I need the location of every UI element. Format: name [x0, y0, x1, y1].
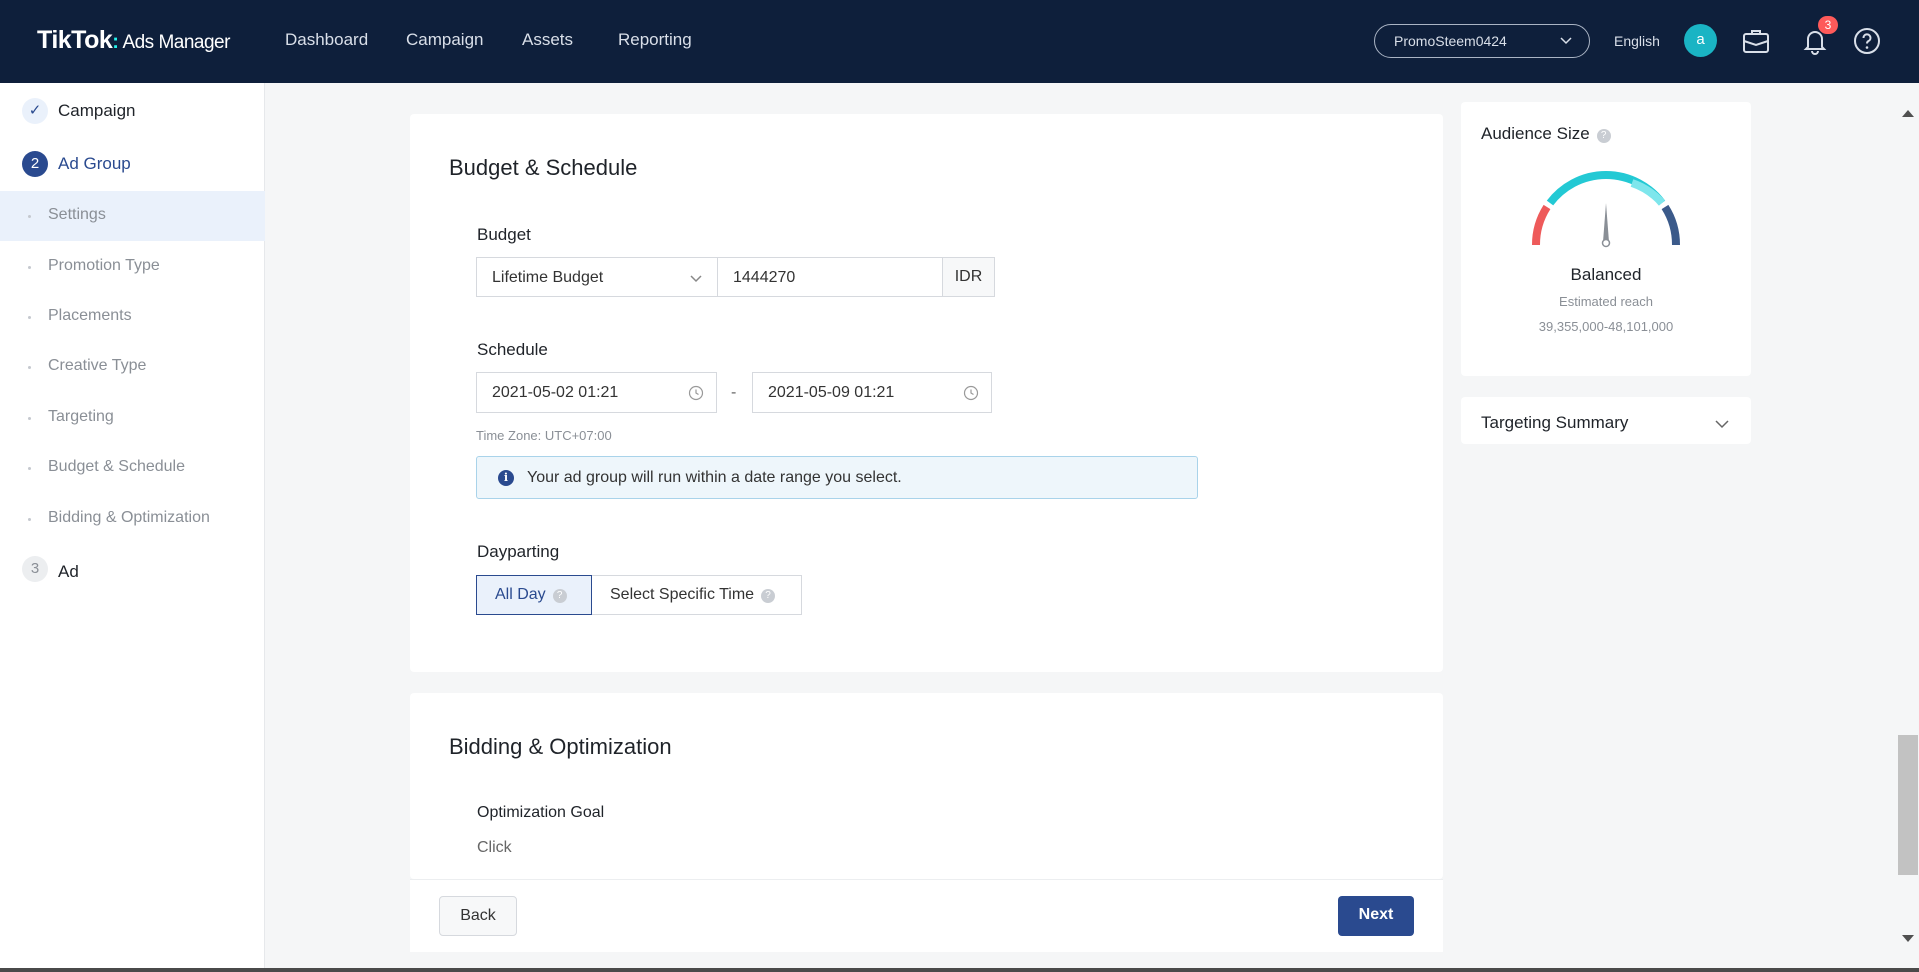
notification-badge: 3 — [1818, 16, 1838, 34]
back-button[interactable]: Back — [439, 896, 517, 936]
logo-text: TikTok — [37, 26, 113, 54]
budget-type-select[interactable]: Lifetime Budget — [476, 257, 718, 297]
estimated-reach-label: Estimated reach — [1559, 294, 1653, 309]
step-ad-group[interactable]: Ad Group — [58, 154, 131, 174]
schedule-label: Schedule — [477, 340, 548, 359]
language-selector[interactable]: English — [1614, 33, 1660, 49]
audience-size-title: Audience Size? — [1481, 124, 1611, 144]
question-icon: ? — [761, 589, 776, 603]
sidebar-item-targeting[interactable]: Targeting — [0, 393, 265, 443]
step-number-3: 3 — [22, 556, 48, 582]
bullet-icon — [28, 266, 31, 269]
clock-icon — [688, 385, 704, 401]
sidebar-item-placements[interactable]: Placements — [0, 292, 265, 342]
gauge-segment-narrow — [1531, 204, 1551, 246]
budget-amount-input[interactable]: 1444270 — [717, 257, 943, 297]
scroll-up-arrow-icon[interactable] — [1902, 110, 1914, 117]
next-button[interactable]: Next — [1338, 896, 1414, 936]
question-icon: ? — [552, 589, 567, 603]
gauge-needle — [1603, 203, 1609, 242]
end-date-input[interactable]: 2021-05-09 01:21 — [752, 372, 992, 413]
bullet-icon — [28, 316, 31, 319]
help-icon[interactable] — [1851, 25, 1883, 57]
nav-dashboard[interactable]: Dashboard — [285, 30, 368, 50]
estimated-reach-value: 39,355,000-48,101,000 — [1538, 319, 1674, 334]
schedule-info-banner: i Your ad group will run within a date r… — [476, 456, 1198, 499]
account-name: PromoSteem0424 — [1394, 33, 1507, 49]
chevron-down-icon — [1560, 37, 1572, 45]
scroll-down-arrow-icon[interactable] — [1902, 935, 1914, 942]
chevron-down-icon[interactable] — [1714, 416, 1730, 432]
bullet-icon — [28, 518, 31, 521]
gauge-pivot — [1601, 238, 1611, 248]
bidding-optimization-card — [410, 693, 1443, 879]
start-date-input[interactable]: 2021-05-02 01:21 — [476, 372, 717, 413]
bullet-icon — [28, 215, 31, 218]
audience-status: Balanced — [1570, 265, 1642, 284]
briefcase-icon[interactable] — [1740, 25, 1772, 57]
audience-gauge — [1531, 171, 1681, 248]
step-campaign[interactable]: Campaign — [58, 101, 136, 121]
check-icon: ✓ — [22, 98, 48, 124]
start-date-value: 2021-05-02 01:21 — [492, 384, 619, 401]
chevron-down-icon — [690, 275, 702, 283]
bullet-icon — [28, 467, 31, 470]
date-range-separator: - — [731, 384, 737, 401]
currency-addon: IDR — [942, 257, 995, 297]
step-ad[interactable]: Ad — [58, 562, 79, 582]
question-icon[interactable]: ? — [1596, 129, 1611, 143]
sidebar-item-promotion-type[interactable]: Promotion Type — [0, 242, 265, 292]
account-selector[interactable]: PromoSteem0424 — [1374, 24, 1590, 58]
nav-campaign[interactable]: Campaign — [406, 30, 484, 50]
bullet-icon — [28, 366, 31, 369]
dayparting-all-day[interactable]: All Day? — [476, 575, 592, 615]
budget-type-value: Lifetime Budget — [492, 269, 604, 286]
info-icon: i — [498, 470, 514, 486]
tiktok-ads-manager-logo[interactable]: TikTok: Ads Manager — [37, 26, 230, 55]
targeting-summary-title: Targeting Summary — [1481, 413, 1629, 432]
window-bottom-edge — [0, 968, 1919, 972]
budget-schedule-title: Budget & Schedule — [449, 155, 638, 180]
optimization-goal-label: Optimization Goal — [477, 804, 605, 821]
bidding-optimization-title: Bidding & Optimization — [449, 734, 672, 759]
dayparting-specific-time[interactable]: Select Specific Time? — [591, 575, 802, 615]
timezone-text: Time Zone: UTC+07:00 — [476, 428, 612, 443]
sidebar-item-bidding-optimization[interactable]: Bidding & Optimization — [0, 494, 265, 544]
info-text: Your ad group will run within a date ran… — [527, 469, 902, 486]
sidebar-item-settings[interactable]: Settings — [0, 191, 265, 241]
budget-amount-value: 1444270 — [733, 269, 796, 286]
optimization-goal-value: Click — [477, 839, 512, 856]
nav-assets[interactable]: Assets — [522, 30, 573, 50]
gauge-segment-broad — [1661, 204, 1681, 246]
sidebar-item-budget-schedule[interactable]: Budget & Schedule — [0, 443, 265, 493]
scrollbar-thumb[interactable] — [1898, 735, 1918, 875]
step-number-2: 2 — [22, 151, 48, 177]
clock-icon — [963, 385, 979, 401]
sidebar-item-creative-type[interactable]: Creative Type — [0, 342, 265, 392]
avatar[interactable]: a — [1684, 24, 1717, 57]
footer-bar: Back Next — [410, 879, 1443, 952]
bullet-icon — [28, 417, 31, 420]
top-bar: TikTok: Ads Manager Dashboard Campaign As… — [0, 0, 1919, 83]
budget-label: Budget — [477, 225, 531, 244]
nav-reporting[interactable]: Reporting — [618, 30, 692, 50]
logo-subtext: Ads Manager — [122, 32, 230, 53]
end-date-value: 2021-05-09 01:21 — [768, 384, 895, 401]
dayparting-label: Dayparting — [477, 542, 560, 561]
sidebar: ✓ Campaign 2 Ad Group Settings Promotion… — [0, 83, 265, 972]
gauge-segment-balanced-light — [1630, 179, 1666, 206]
